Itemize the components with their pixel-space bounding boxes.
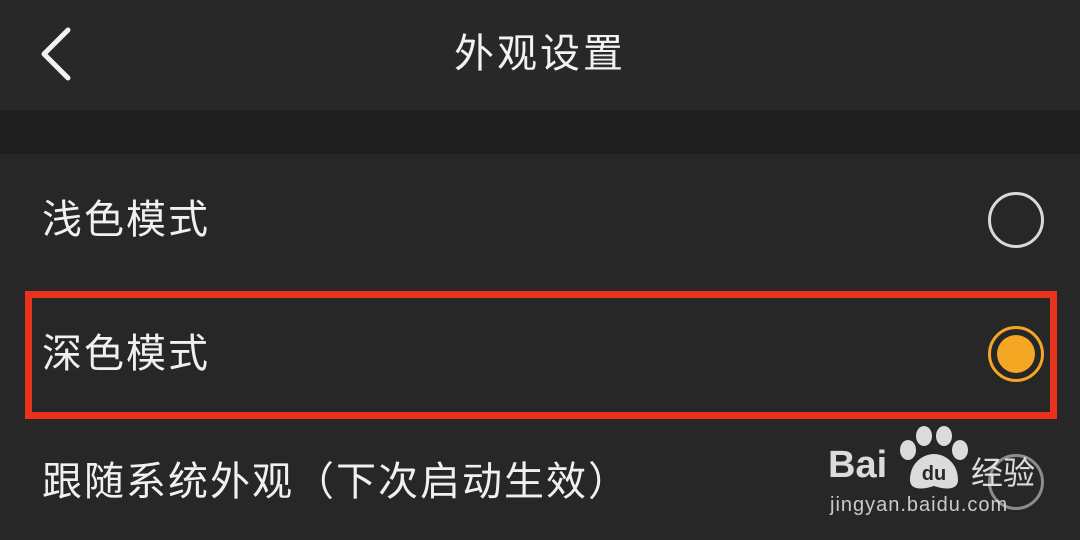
- radio-unselected-icon[interactable]: [988, 454, 1044, 510]
- option-label: 跟随系统外观（下次启动生效）: [42, 459, 630, 505]
- radio-unselected-icon[interactable]: [988, 192, 1044, 248]
- appearance-settings-screen: 外观设置 浅色模式 深色模式 跟随系统外观（下次启动生效） Bai du 经验 …: [0, 0, 1080, 540]
- option-dark-mode[interactable]: 深色模式: [0, 288, 1080, 420]
- radio-dot: [997, 335, 1035, 373]
- option-label: 深色模式: [42, 331, 210, 377]
- section-divider: [0, 112, 1080, 154]
- top-bar: 外观设置: [0, 0, 1080, 112]
- option-label: 浅色模式: [42, 197, 210, 243]
- radio-selected-icon[interactable]: [988, 326, 1044, 382]
- option-follow-system[interactable]: 跟随系统外观（下次启动生效）: [0, 420, 1080, 540]
- option-light-mode[interactable]: 浅色模式: [0, 154, 1080, 286]
- page-title: 外观设置: [454, 31, 626, 77]
